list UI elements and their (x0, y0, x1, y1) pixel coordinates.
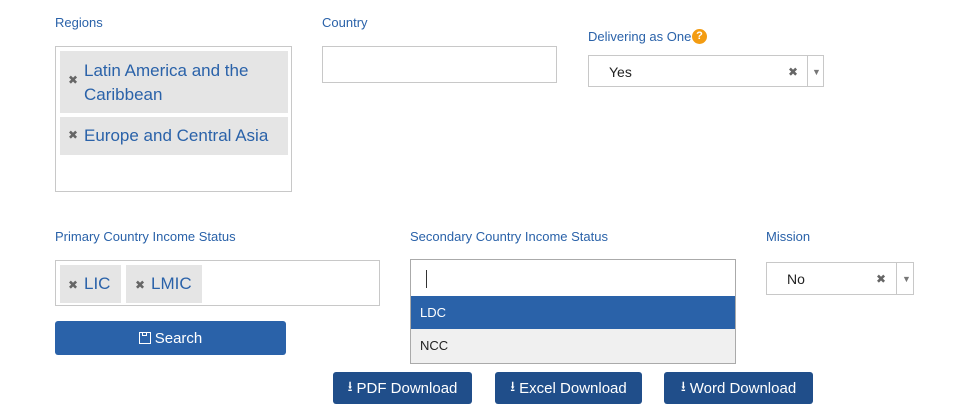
help-icon[interactable]: ? (692, 29, 707, 44)
mission-label: Mission (766, 229, 811, 244)
region-tag-label: Europe and Central Asia (84, 126, 269, 145)
secondary-income-dropdown: LDC NCC (410, 296, 736, 364)
search-button-label: Search (154, 329, 203, 347)
primary-income-label: Primary Country Income Status (55, 229, 236, 244)
remove-tag-icon[interactable]: ✖ (135, 278, 145, 292)
select-divider (896, 263, 897, 294)
remove-tag-icon[interactable]: ✖ (68, 278, 78, 292)
region-tag: ✖ Latin America and the Caribbean (60, 51, 288, 113)
income-tag-label: LIC (84, 274, 111, 293)
region-tag: ✖ Europe and Central Asia (60, 117, 288, 155)
delivering-as-one-value: Yes (609, 64, 632, 80)
pdf-download-button[interactable]: ⭳ PDF Download (333, 372, 472, 404)
chevron-down-icon[interactable]: ▼ (902, 263, 911, 295)
dropdown-option-ncc[interactable]: NCC (411, 329, 735, 363)
regions-label: Regions (55, 15, 103, 30)
word-download-button[interactable]: ⭳ Word Download (664, 372, 813, 404)
search-button[interactable]: Search (55, 321, 286, 355)
dropdown-option-ldc[interactable]: LDC (411, 296, 735, 329)
delivering-as-one-label: Delivering as One (588, 29, 692, 44)
remove-tag-icon[interactable]: ✖ (68, 128, 78, 142)
income-tag: ✖ LMIC (126, 265, 202, 303)
clear-selection-icon[interactable]: ✖ (876, 263, 886, 295)
mission-value: No (787, 271, 805, 287)
mission-select[interactable]: No ✖ ▼ (766, 262, 914, 295)
chevron-down-icon[interactable]: ▼ (812, 56, 821, 88)
excel-download-button[interactable]: ⭳ Excel Download (495, 372, 642, 404)
country-input[interactable] (322, 46, 557, 83)
income-tag-label: LMIC (151, 274, 192, 293)
secondary-income-search-input[interactable] (410, 259, 736, 297)
download-icon: ⭳ (680, 378, 686, 394)
regions-multiselect[interactable]: ✖ Latin America and the Caribbean ✖ Euro… (55, 46, 292, 192)
income-tag: ✖ LIC (60, 265, 121, 303)
delivering-as-one-select[interactable]: Yes ✖ ▼ (588, 55, 824, 87)
excel-download-label: Excel Download (519, 379, 627, 397)
primary-income-multiselect[interactable]: ✖ LIC ✖ LMIC (55, 260, 380, 306)
download-icon: ⭳ (510, 378, 516, 394)
save-icon (138, 332, 151, 344)
country-label: Country (322, 15, 368, 30)
region-tag-label: Latin America and the Caribbean (84, 61, 249, 104)
pdf-download-label: PDF Download (356, 379, 458, 397)
secondary-income-label: Secondary Country Income Status (410, 229, 608, 244)
word-download-label: Word Download (689, 379, 797, 397)
download-icon: ⭳ (347, 378, 353, 394)
remove-tag-icon[interactable]: ✖ (68, 73, 78, 87)
clear-selection-icon[interactable]: ✖ (788, 56, 798, 88)
select-divider (807, 56, 808, 86)
text-cursor (426, 270, 427, 288)
